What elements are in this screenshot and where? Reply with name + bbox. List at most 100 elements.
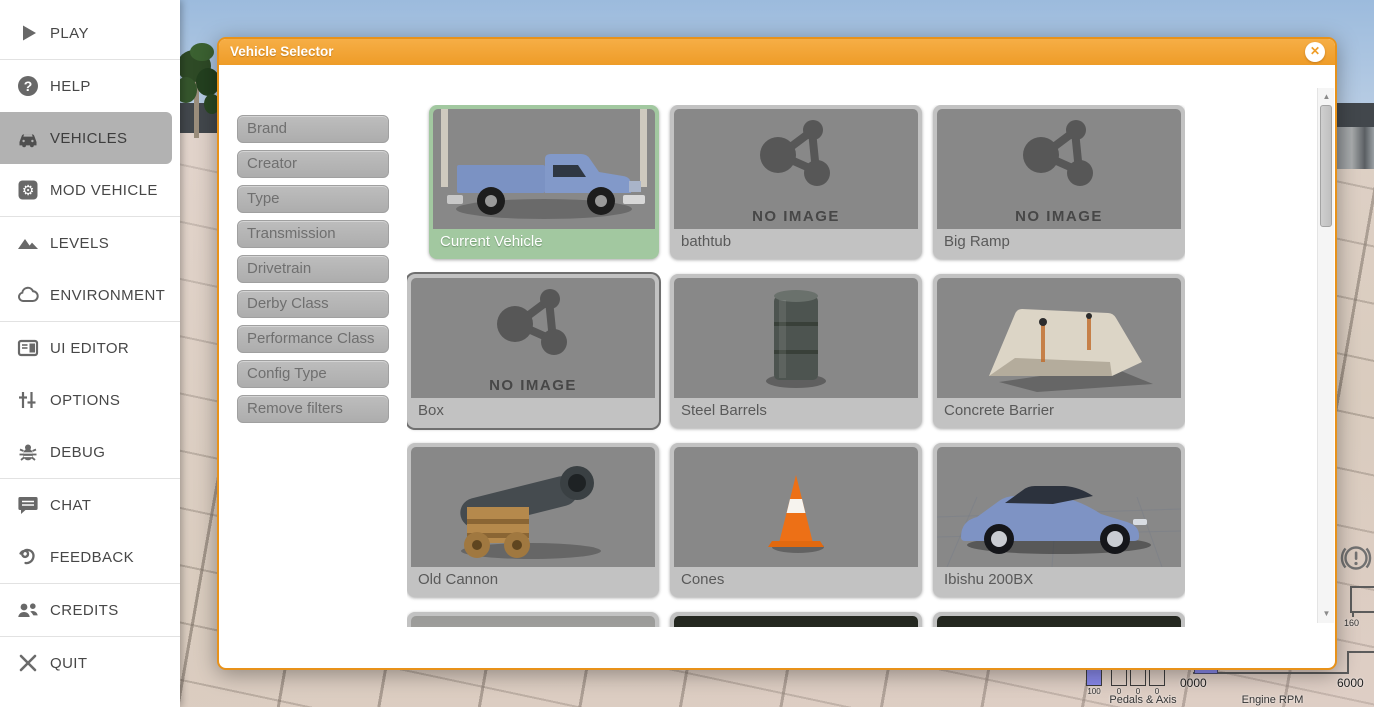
no-image-placeholder: NO IMAGE [937, 109, 1181, 229]
scroll-down-arrow-icon[interactable]: ▼ [1318, 607, 1335, 621]
rpm-gauge-title: Engine RPM [1241, 694, 1304, 706]
no-image-icon [497, 289, 567, 355]
help-icon: ? [18, 76, 38, 96]
vehicle-card-current-vehicle[interactable]: Current Vehicle [429, 105, 659, 259]
no-image-text: NO IMAGE [489, 377, 577, 394]
svg-text:?: ? [24, 78, 33, 94]
svg-text:⚙: ⚙ [22, 183, 35, 199]
sidebar-item-label: CREDITS [50, 601, 119, 619]
vehicle-card-partial-3[interactable] [933, 612, 1185, 627]
sidebar-item-environment[interactable]: ENVIRONMENT [0, 269, 180, 321]
play-icon [23, 25, 36, 41]
quit-icon [19, 654, 37, 672]
sidebar-item-help[interactable]: ? HELP [0, 60, 180, 112]
filter-button-derby-class[interactable]: Derby Class [237, 290, 389, 318]
vehicle-name: Ibishu 200BX [944, 571, 1034, 588]
sidebar-item-chat[interactable]: CHAT [0, 479, 180, 531]
filter-button-creator[interactable]: Creator [237, 150, 389, 178]
sidebar-item-feedback[interactable]: FEEDBACK [0, 531, 180, 583]
vehicle-name: Old Cannon [418, 571, 499, 588]
vehicle-card-steel-barrels[interactable]: Steel Barrels [670, 274, 922, 428]
vehicle-thumbnail-coupe [937, 447, 1181, 567]
scroll-up-arrow-icon[interactable]: ▲ [1318, 90, 1335, 104]
vehicle-thumbnail-barrier [937, 278, 1181, 398]
chat-icon [18, 497, 38, 514]
vehicle-name: Steel Barrels [681, 402, 767, 419]
sidebar-item-debug[interactable]: DEBUG [0, 426, 180, 478]
sidebar-item-label: FEEDBACK [50, 548, 135, 566]
vehicle-card-box[interactable]: NO IMAGE Box [407, 274, 659, 428]
palm-tree [178, 43, 218, 138]
vehicle-card-partial-2[interactable] [670, 612, 922, 627]
rpm-min-label: 0000 [1180, 676, 1207, 690]
filter-button-remove-filters[interactable]: Remove filters [237, 395, 389, 423]
no-image-icon [1023, 120, 1093, 186]
filter-panel: Brand Creator Type Transmission Drivetra… [237, 115, 389, 430]
sidebar-item-label: QUIT [50, 654, 88, 672]
vehicle-thumbnail-cannon [411, 447, 655, 567]
filter-button-drivetrain[interactable]: Drivetrain [237, 255, 389, 283]
main-menu-sidebar: PLAY ? HELP VEHICLES ⚙ MOD VEHICLE LEVEL… [0, 0, 180, 707]
sidebar-item-quit[interactable]: QUIT [0, 637, 180, 689]
rpm-gauge-end-box [1347, 651, 1374, 674]
environment-icon [18, 286, 39, 302]
close-icon: ✕ [1309, 44, 1321, 58]
no-image-text: NO IMAGE [752, 208, 840, 225]
dialog-header[interactable]: Vehicle Selector ✕ [219, 39, 1335, 65]
parked-cars-strip [1337, 127, 1374, 169]
vehicle-thumbnail-partial [674, 616, 918, 627]
filter-button-transmission[interactable]: Transmission [237, 220, 389, 248]
vehicle-thumbnail-partial [411, 616, 655, 627]
feedback-icon [19, 548, 35, 565]
filter-button-performance-class[interactable]: Performance Class [237, 325, 389, 353]
sidebar-item-label: MOD VEHICLE [50, 181, 158, 199]
vehicle-name: Cones [681, 571, 725, 588]
no-image-text: NO IMAGE [1015, 208, 1103, 225]
vehicle-grid-viewport: Current Vehicle NO IMAGE bathtub NO IMAG… [407, 105, 1185, 627]
levels-icon [18, 239, 38, 249]
sidebar-item-label: HELP [50, 77, 91, 95]
close-button[interactable]: ✕ [1305, 42, 1325, 62]
vehicle-name: bathtub [681, 233, 732, 250]
sidebar-item-label: LEVELS [50, 234, 110, 252]
brake-warning-icon [1340, 546, 1372, 570]
sidebar-item-mod-vehicle[interactable]: ⚙ MOD VEHICLE [0, 164, 180, 216]
sidebar-item-vehicles[interactable]: VEHICLES [0, 112, 172, 164]
sidebar-item-options[interactable]: OPTIONS [0, 374, 180, 426]
vehicle-card-old-cannon[interactable]: Old Cannon [407, 443, 659, 597]
scrollbar-thumb[interactable] [1320, 105, 1332, 227]
filter-button-brand[interactable]: Brand [237, 115, 389, 143]
vehicle-card-bathtub[interactable]: NO IMAGE bathtub [670, 105, 922, 259]
sidebar-item-label: UI EDITOR [50, 339, 130, 357]
vehicle-list-scrollbar[interactable]: ▲ ▼ [1317, 88, 1334, 623]
vehicle-name: Current Vehicle [440, 233, 543, 250]
sidebar-item-levels[interactable]: LEVELS [0, 217, 180, 269]
filter-button-type[interactable]: Type [237, 185, 389, 213]
vehicle-card-concrete-barrier[interactable]: Concrete Barrier [933, 274, 1185, 428]
vehicle-card-big-ramp[interactable]: NO IMAGE Big Ramp [933, 105, 1185, 259]
sidebar-item-label: DEBUG [50, 443, 106, 461]
sidebar-item-ui-editor[interactable]: UI EDITOR [0, 322, 180, 374]
vehicle-card-partial-1[interactable] [407, 612, 659, 627]
vehicles-icon [19, 134, 37, 148]
sidebar-item-label: ENVIRONMENT [50, 286, 166, 304]
sidebar-item-label: OPTIONS [50, 391, 121, 409]
vehicle-thumbnail-partial [937, 616, 1181, 627]
debug-icon [19, 444, 37, 461]
sidebar-item-label: CHAT [50, 496, 92, 514]
sidebar-item-label: VEHICLES [50, 129, 128, 147]
speedometer-tick [1352, 613, 1354, 617]
pedals-axis-title: Pedals & Axis [1109, 694, 1177, 706]
vehicle-name: Box [418, 402, 444, 419]
dialog-title: Vehicle Selector [230, 44, 334, 59]
speedometer-gauge-partial [1350, 586, 1374, 613]
sidebar-item-credits[interactable]: CREDITS [0, 584, 180, 636]
vehicle-card-cones[interactable]: Cones [670, 443, 922, 597]
sidebar-item-play[interactable]: PLAY [0, 7, 180, 59]
vehicle-thumbnail-pickup [433, 109, 655, 229]
options-icon [19, 392, 36, 408]
filter-button-config-type[interactable]: Config Type [237, 360, 389, 388]
vehicle-card-ibishu-200bx[interactable]: Ibishu 200BX [933, 443, 1185, 597]
no-image-icon [760, 120, 830, 186]
vehicle-grid: Current Vehicle NO IMAGE bathtub NO IMAG… [407, 105, 1185, 627]
